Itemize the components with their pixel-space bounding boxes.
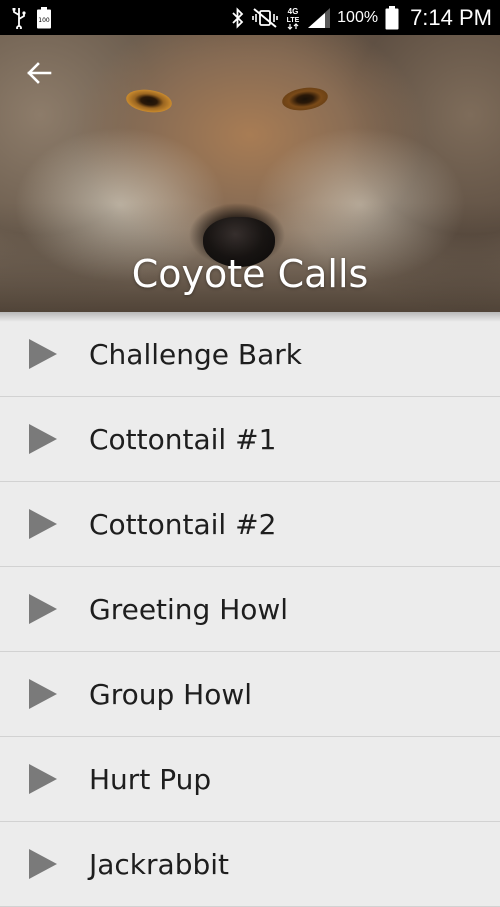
status-bar: 100 4G LTE 100% 7:14 PM bbox=[0, 0, 500, 35]
list-item-label: Greeting Howl bbox=[89, 592, 289, 626]
list-item-label: Cottontail #2 bbox=[89, 507, 277, 541]
play-icon bbox=[28, 423, 58, 455]
page-title: Coyote Calls bbox=[131, 252, 369, 296]
network-4g-icon: 4G LTE bbox=[285, 6, 301, 30]
battery-status-icon: 100 bbox=[36, 6, 52, 29]
network-type-text: 4G bbox=[288, 7, 299, 16]
list-item-hurt-pup[interactable]: Hurt Pup bbox=[0, 737, 500, 822]
play-icon bbox=[28, 763, 58, 795]
list-item-cottontail-2[interactable]: Cottontail #2 bbox=[0, 482, 500, 567]
list-item-label: Group Howl bbox=[89, 677, 253, 711]
list-item-label: Jackrabbit bbox=[89, 847, 229, 881]
play-icon bbox=[28, 338, 58, 370]
vibrate-mute-icon bbox=[252, 7, 278, 29]
battery-level-text: 100 bbox=[38, 17, 50, 24]
call-list: Challenge Bark Cottontail #1 Cottontail … bbox=[0, 312, 500, 907]
back-button[interactable] bbox=[22, 58, 56, 92]
play-icon bbox=[28, 848, 58, 880]
status-bar-left: 100 bbox=[12, 6, 52, 29]
list-item-challenge-bark[interactable]: Challenge Bark bbox=[0, 312, 500, 397]
list-item-label: Hurt Pup bbox=[89, 762, 212, 796]
header-shadow bbox=[0, 312, 500, 322]
play-icon bbox=[28, 593, 58, 625]
bluetooth-icon bbox=[231, 6, 245, 29]
arrow-back-icon bbox=[26, 62, 52, 88]
usb-icon bbox=[12, 7, 26, 29]
coyote-image-eye-right bbox=[280, 84, 330, 114]
coyote-image-eye-left bbox=[124, 86, 174, 116]
header-banner: Coyote Calls bbox=[0, 35, 500, 312]
clock: 7:14 PM bbox=[410, 4, 492, 30]
list-item-jackrabbit[interactable]: Jackrabbit bbox=[0, 822, 500, 907]
list-item-cottontail-1[interactable]: Cottontail #1 bbox=[0, 397, 500, 482]
play-icon bbox=[28, 508, 58, 540]
list-item-group-howl[interactable]: Group Howl bbox=[0, 652, 500, 737]
status-bar-right: 4G LTE 100% 7:14 PM bbox=[231, 5, 492, 31]
play-icon bbox=[28, 678, 58, 710]
svg-text:LTE: LTE bbox=[287, 17, 300, 24]
list-item-greeting-howl[interactable]: Greeting Howl bbox=[0, 567, 500, 652]
signal-strength-icon bbox=[308, 7, 331, 28]
list-item-label: Cottontail #1 bbox=[89, 422, 277, 456]
list-item-label: Challenge Bark bbox=[89, 337, 302, 371]
battery-percent: 100% bbox=[337, 8, 379, 26]
battery-icon bbox=[385, 5, 399, 30]
